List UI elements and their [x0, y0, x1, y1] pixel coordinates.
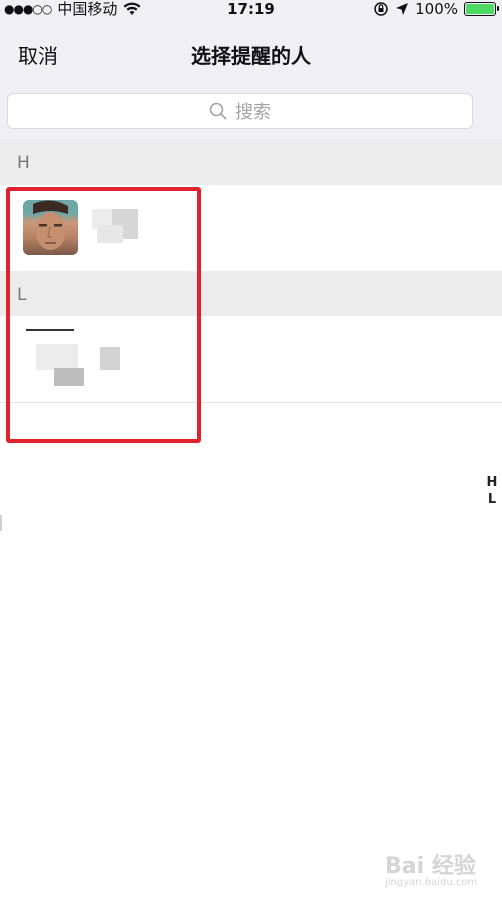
battery-icon — [464, 2, 499, 16]
battery-level — [466, 4, 494, 14]
page-title: 选择提醒的人 — [191, 44, 311, 68]
watermark-url: jingyan.baidu.com — [385, 877, 478, 888]
search-input[interactable]: 搜索 — [7, 93, 473, 129]
highlight-box — [6, 187, 201, 443]
section-index-bar[interactable]: H L — [486, 474, 498, 508]
search-area: 搜索 — [0, 85, 502, 139]
watermark-logo: Bai 经验 — [385, 854, 476, 879]
scroll-marker — [0, 515, 2, 531]
section-header-h: H — [0, 139, 502, 185]
battery-percent: 100% — [415, 0, 458, 18]
search-placeholder: 搜索 — [235, 102, 271, 123]
navigation-bar: 取消 选择提醒的人 — [0, 18, 502, 85]
index-letter-h[interactable]: H — [486, 474, 498, 491]
rotation-lock-icon — [374, 2, 388, 16]
location-arrow-icon — [396, 3, 409, 15]
section-letter: H — [17, 153, 30, 173]
index-letter-l[interactable]: L — [486, 491, 498, 508]
search-icon — [209, 102, 227, 120]
status-bar: ●●●○○ 中国移动 17:19 100% — [0, 0, 502, 18]
